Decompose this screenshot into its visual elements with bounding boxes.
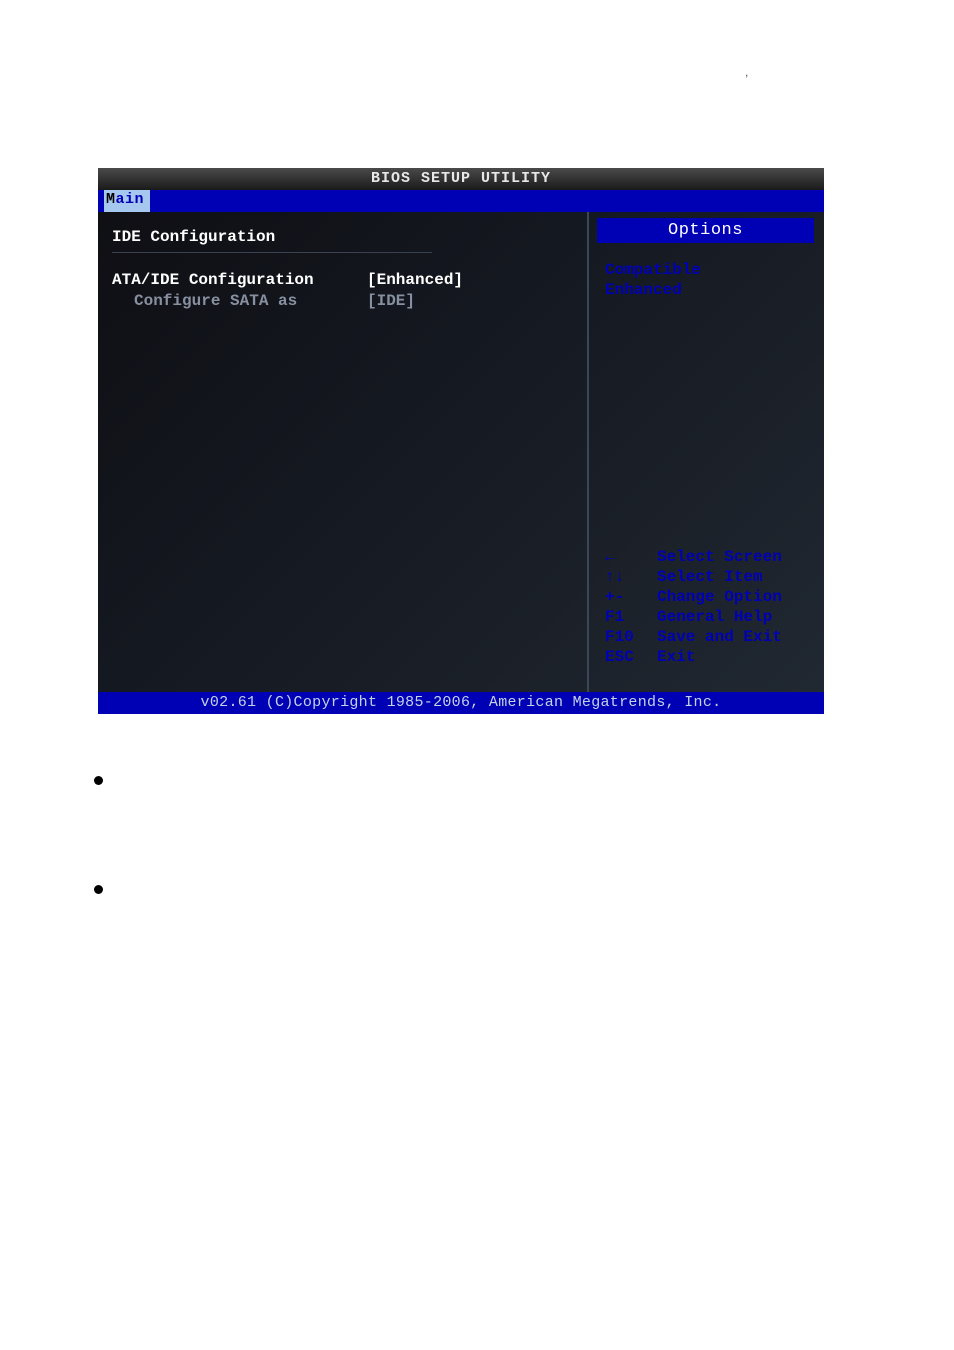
config-value: [IDE]	[367, 292, 573, 310]
option-enhanced[interactable]: Enhanced	[605, 281, 824, 299]
right-panel: Options Compatible Enhanced ← Select Scr…	[587, 212, 824, 692]
option-compatible[interactable]: Compatible	[605, 261, 824, 279]
help-desc: Exit	[657, 648, 814, 666]
section-heading: IDE Configuration	[112, 228, 573, 246]
bullet-icon	[94, 776, 103, 785]
help-key: ESC	[605, 648, 657, 666]
bullet-list	[94, 776, 103, 994]
bios-footer: v02.61 (C)Copyright 1985-2006, American …	[98, 692, 824, 714]
bios-content: IDE Configuration ATA/IDE Configuration …	[98, 212, 824, 692]
help-row: +- Change Option	[605, 588, 814, 606]
bios-menu-bar: Main	[98, 190, 824, 212]
stray-punctuation: ,	[745, 65, 748, 79]
help-row: ← Select Screen	[605, 548, 814, 566]
key-help: ← Select Screen ↑↓ Select Item +- Change…	[605, 548, 814, 668]
help-desc: Change Option	[657, 588, 814, 606]
help-row: ↑↓ Select Item	[605, 568, 814, 586]
menu-tab-main[interactable]: Main	[104, 190, 150, 212]
bios-window: BIOS SETUP UTILITY Main IDE Configuratio…	[98, 168, 824, 714]
config-label: Configure SATA as	[112, 292, 367, 310]
left-panel: IDE Configuration ATA/IDE Configuration …	[98, 212, 587, 692]
bios-title: BIOS SETUP UTILITY	[98, 168, 824, 190]
help-desc: Save and Exit	[657, 628, 814, 646]
plus-minus-icon: +-	[605, 588, 657, 606]
help-row: ESC Exit	[605, 648, 814, 666]
help-key: F10	[605, 628, 657, 646]
help-desc: Select Item	[657, 568, 814, 586]
config-value: [Enhanced]	[367, 271, 573, 289]
help-row: F1 General Help	[605, 608, 814, 626]
config-row-sata[interactable]: Configure SATA as [IDE]	[112, 292, 573, 310]
config-row-ata-ide[interactable]: ATA/IDE Configuration [Enhanced]	[112, 271, 573, 289]
help-row: F10 Save and Exit	[605, 628, 814, 646]
bullet-icon	[94, 885, 103, 894]
config-label: ATA/IDE Configuration	[112, 271, 367, 289]
options-header: Options	[597, 218, 814, 243]
help-desc: Select Screen	[657, 548, 814, 566]
section-underline	[112, 252, 432, 253]
options-list: Compatible Enhanced	[589, 243, 824, 299]
left-arrow-icon: ←	[605, 548, 657, 566]
help-key: F1	[605, 608, 657, 626]
up-down-arrow-icon: ↑↓	[605, 568, 657, 586]
help-desc: General Help	[657, 608, 814, 626]
